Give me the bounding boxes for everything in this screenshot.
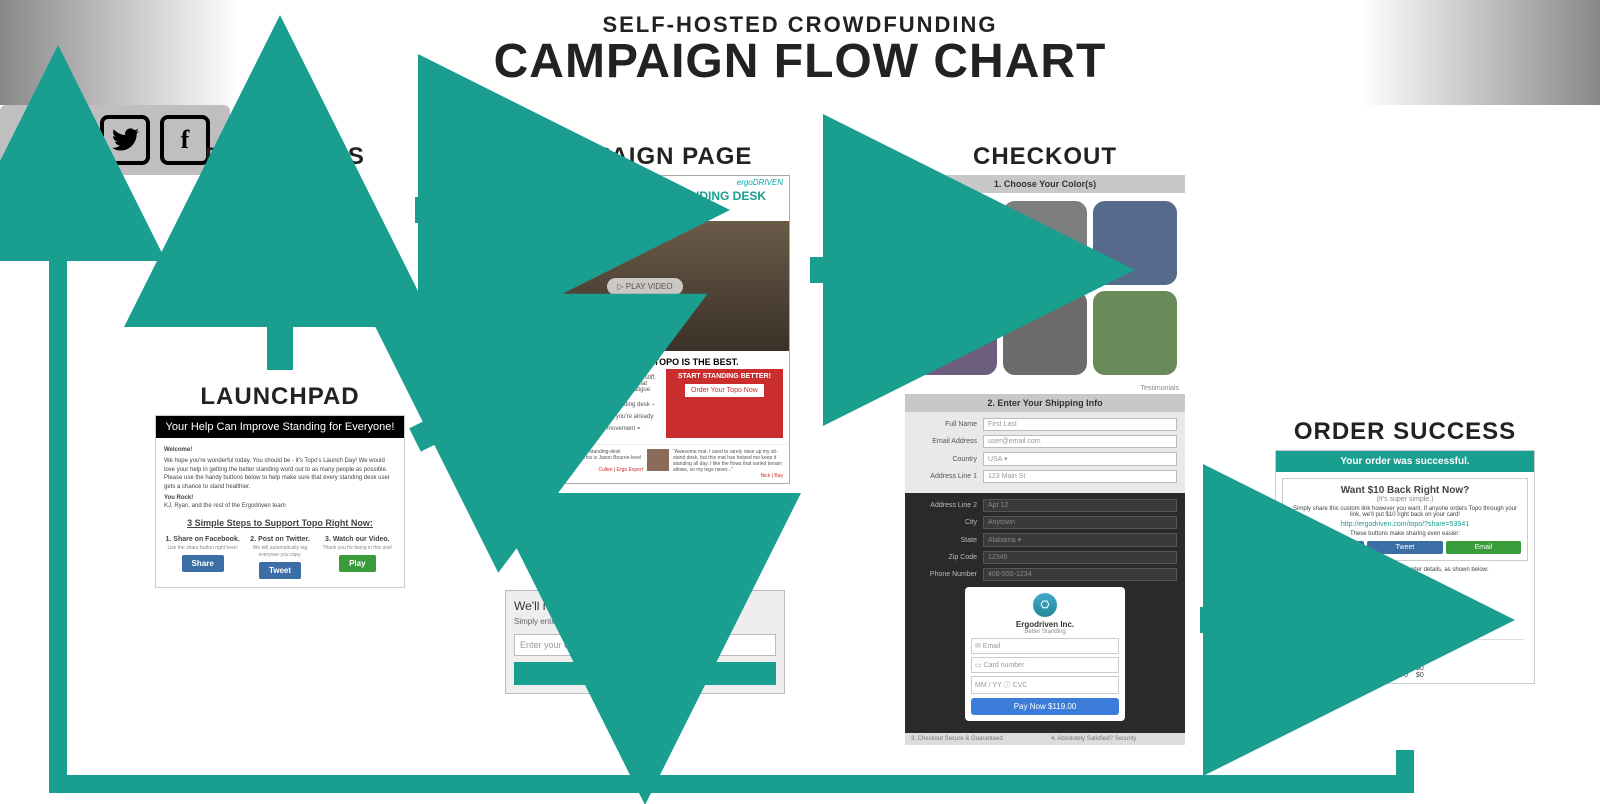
lp-welcome: Welcome! — [164, 447, 192, 453]
pay-button[interactable]: Pay Now $119.00 — [971, 698, 1119, 715]
mail-icon — [20, 115, 90, 165]
color-swatch[interactable] — [1093, 201, 1177, 285]
hero-image: ▷ PLAY VIDEO — [501, 221, 789, 351]
company-logo-icon: ⎔ — [1033, 593, 1057, 617]
success-tweet-button[interactable]: Tweet — [1367, 541, 1442, 554]
label-campaign: CAMPAIGN PAGE — [500, 143, 790, 171]
checkout-input[interactable]: 123 Main St — [983, 470, 1177, 483]
color-swatch[interactable] — [1093, 291, 1177, 375]
email-input[interactable]: Enter your email address here — [514, 634, 776, 656]
success-share-button[interactable]: Share — [1289, 541, 1364, 554]
lp-rock: You Rock! — [164, 495, 193, 501]
color-swatch[interactable] — [1003, 291, 1087, 375]
checkout-node: 1. Choose Your Color(s) QTY Black1 + Tes… — [905, 175, 1185, 745]
avatar — [647, 449, 669, 471]
payment-modal: ⎔ Ergodriven Inc. Better Standing ✉ Emai… — [965, 587, 1125, 721]
launchpad-node: Your Help Can Improve Standing for Every… — [155, 415, 405, 588]
cta-box: START STANDING BETTER! Order Your Topo N… — [666, 369, 783, 438]
play-button[interactable]: Play — [339, 555, 375, 572]
launchpad-header: Your Help Can Improve Standing for Every… — [156, 416, 404, 438]
order-button[interactable]: Order Your Topo Now — [685, 384, 764, 397]
lp-steps-title: 3 Simple Steps to Support Topo Right Now… — [164, 517, 396, 530]
checkout-sec2: 2. Enter Your Shipping Info — [905, 394, 1185, 412]
modal-exp-input[interactable]: MM / YY ⓘ CVC — [971, 676, 1119, 694]
checkout-sec1: 1. Choose Your Color(s) — [905, 175, 1185, 193]
lp-sig: KJ, Ryan, and the rest of the Ergodriven… — [164, 502, 396, 510]
label-checkout: CHECKOUT — [905, 143, 1185, 171]
checkout-input[interactable]: user@email.com — [983, 435, 1177, 448]
label-reminder: REMINDER PAGE — [505, 558, 785, 586]
checkout-input[interactable]: USA ▾ — [983, 452, 1177, 466]
share-button[interactable]: Share — [182, 555, 224, 572]
reminder-node: We'll notify you when Topo is in stock S… — [505, 590, 785, 694]
title-main: CAMPAIGN FLOW CHART — [0, 38, 1600, 86]
title-bar: SELF-HOSTED CROWDFUNDING CAMPAIGN FLOW C… — [0, 0, 1600, 105]
play-video-button[interactable]: ▷ PLAY VIDEO — [607, 278, 682, 295]
label-success: ORDER SUCCESS — [1275, 418, 1535, 446]
label-bullhorns: BULLHORNS — [170, 143, 400, 171]
success-bar: Your order was successful. — [1276, 451, 1534, 472]
lp-steps-row: 1. Share on Facebook.Use the share butto… — [164, 535, 396, 579]
checkout-input[interactable]: 408-555-1234 — [983, 568, 1177, 581]
checkout-input[interactable]: Anytown — [983, 516, 1177, 529]
reminder-sub: Simply enter your email below. We'll han… — [514, 617, 776, 626]
testimonials-link[interactable]: Testimonials — [905, 383, 1185, 394]
lp-p1: We hope you're wonderful today. You shou… — [164, 457, 396, 491]
success-node: Your order was successful. Want $10 Back… — [1275, 450, 1535, 684]
color-swatch[interactable] — [1003, 201, 1087, 285]
label-launchpad: LAUNCHPAD — [155, 383, 405, 411]
share-link[interactable]: http://ergodriven.com/topo/?share=53941 — [1289, 521, 1521, 528]
checkout-input[interactable]: Alabama ▾ — [983, 533, 1177, 547]
checkout-input[interactable]: Apt 12 — [983, 499, 1177, 512]
avatar — [507, 449, 529, 471]
campaign-sub: YOU NEED A MAT. AND TOPO IS THE BEST. — [501, 351, 789, 369]
campaign-node: ergoDRIVEN THIS MAT MAKES YOUR STANDING … — [500, 175, 790, 484]
modal-card-input[interactable]: ▭ Card number — [971, 657, 1119, 673]
color-swatch[interactable] — [913, 291, 997, 375]
twitter-icon — [100, 115, 150, 165]
checkout-input[interactable]: First Last — [983, 418, 1177, 431]
tweet-button[interactable]: Tweet — [259, 562, 301, 579]
success-email-button[interactable]: Email — [1446, 541, 1521, 554]
modal-email-input[interactable]: ✉ Email — [971, 638, 1119, 654]
reminder-title: We'll notify you when Topo is in stock — [514, 599, 776, 613]
color-swatch[interactable]: QTY Black1 + — [913, 201, 997, 285]
campaign-headline: THIS MAT MAKES YOUR STANDING DESK BETTER — [501, 189, 789, 221]
brand: ergoDRIVEN — [501, 176, 789, 189]
checkout-input[interactable]: 12345 — [983, 551, 1177, 564]
notify-button[interactable]: Notify Me! — [514, 662, 776, 685]
